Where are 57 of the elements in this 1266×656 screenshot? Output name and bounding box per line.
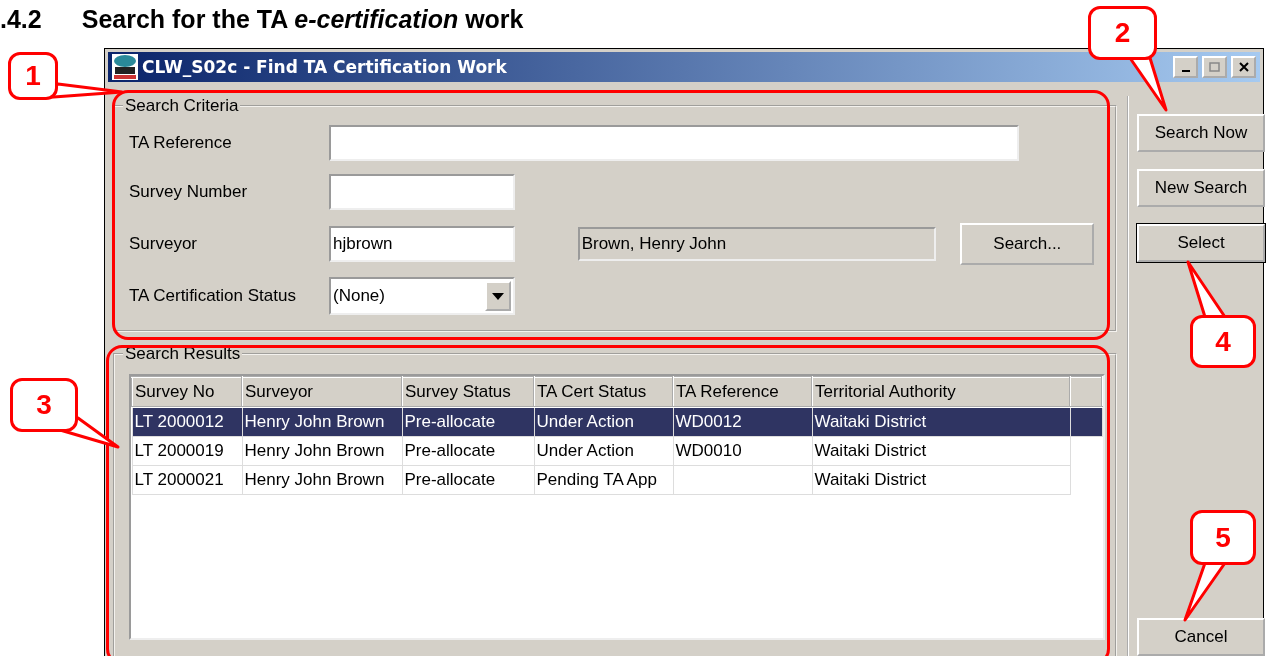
column-header [1070,377,1102,407]
table-cell[interactable]: Under Action [534,407,673,437]
table-cell[interactable]: Waitaki District [812,465,1070,495]
search-button[interactable]: Search... [960,223,1095,265]
name-display: Brown, Henry John [577,227,936,261]
callout-number: 1 [8,52,58,100]
callout-number: 3 [10,378,78,432]
window-title: CLW_S02c - Find TA Certification Work [142,57,508,77]
table-cell[interactable]: Waitaki District [812,407,1070,437]
input-field[interactable] [329,174,515,210]
table-cell[interactable]: Pending TA App [534,465,673,495]
table-cell[interactable]: Pre-allocate [402,407,534,437]
dialog-button[interactable]: Search Now [1137,114,1265,152]
table-cell[interactable]: Waitaki District [812,436,1070,466]
column-header[interactable]: TA Reference [673,377,812,407]
table-cell[interactable]: LT 2000019 [132,436,242,466]
dialog-button[interactable]: Cancel [1137,618,1265,656]
table-cell[interactable]: Under Action [534,436,673,466]
callout-number: 2 [1088,6,1157,60]
field-label: Surveyor [129,234,199,254]
app-logo-icon [112,54,138,80]
section-number: .4.2 [0,4,42,35]
table-cell[interactable]: WD0012 [673,407,812,437]
column-header[interactable]: Surveyor [242,377,402,407]
dialog-button[interactable]: New Search [1137,169,1265,207]
column-header[interactable]: Survey No [132,377,242,407]
callout-number: 5 [1190,510,1256,565]
table-cell[interactable]: Henry John Brown [242,407,402,437]
callout-pointer [1128,56,1168,112]
table-cell[interactable]: Pre-allocate [402,436,534,466]
status-dropdown[interactable]: (None) [329,277,515,315]
dropdown-arrow-icon [492,292,504,300]
minimize-button[interactable] [1173,56,1198,78]
close-button[interactable] [1231,56,1256,78]
column-header[interactable]: Territorial Authority [812,377,1070,407]
table-cell[interactable] [673,465,812,495]
table-cell[interactable]: Henry John Brown [242,465,402,495]
table-cell[interactable]: WD0010 [673,436,812,466]
minimize-icon [1181,70,1190,72]
field-label: TA Certification Status [129,286,297,306]
maximize-icon [1209,62,1220,72]
table-cell[interactable]: LT 2000021 [132,465,242,495]
table-cell[interactable]: LT 2000012 [132,407,242,437]
column-header[interactable]: Survey Status [402,377,534,407]
field-label: TA Reference [129,133,233,153]
field-label: Survey Number [129,182,249,202]
column-header[interactable]: TA Cert Status [534,377,673,407]
dialog-button[interactable]: Select [1137,224,1265,262]
close-icon [1238,62,1249,72]
group-title: Search Criteria [124,96,240,116]
callout-number: 4 [1190,315,1256,368]
table-cell[interactable]: Henry John Brown [242,436,402,466]
group-title: Search Results [124,344,242,364]
section-heading: Search for the TA e-certification work [81,4,524,35]
table-cell[interactable]: Pre-allocate [402,465,534,495]
input-field[interactable] [329,125,1019,161]
input-field[interactable]: hjbrown [329,226,515,262]
